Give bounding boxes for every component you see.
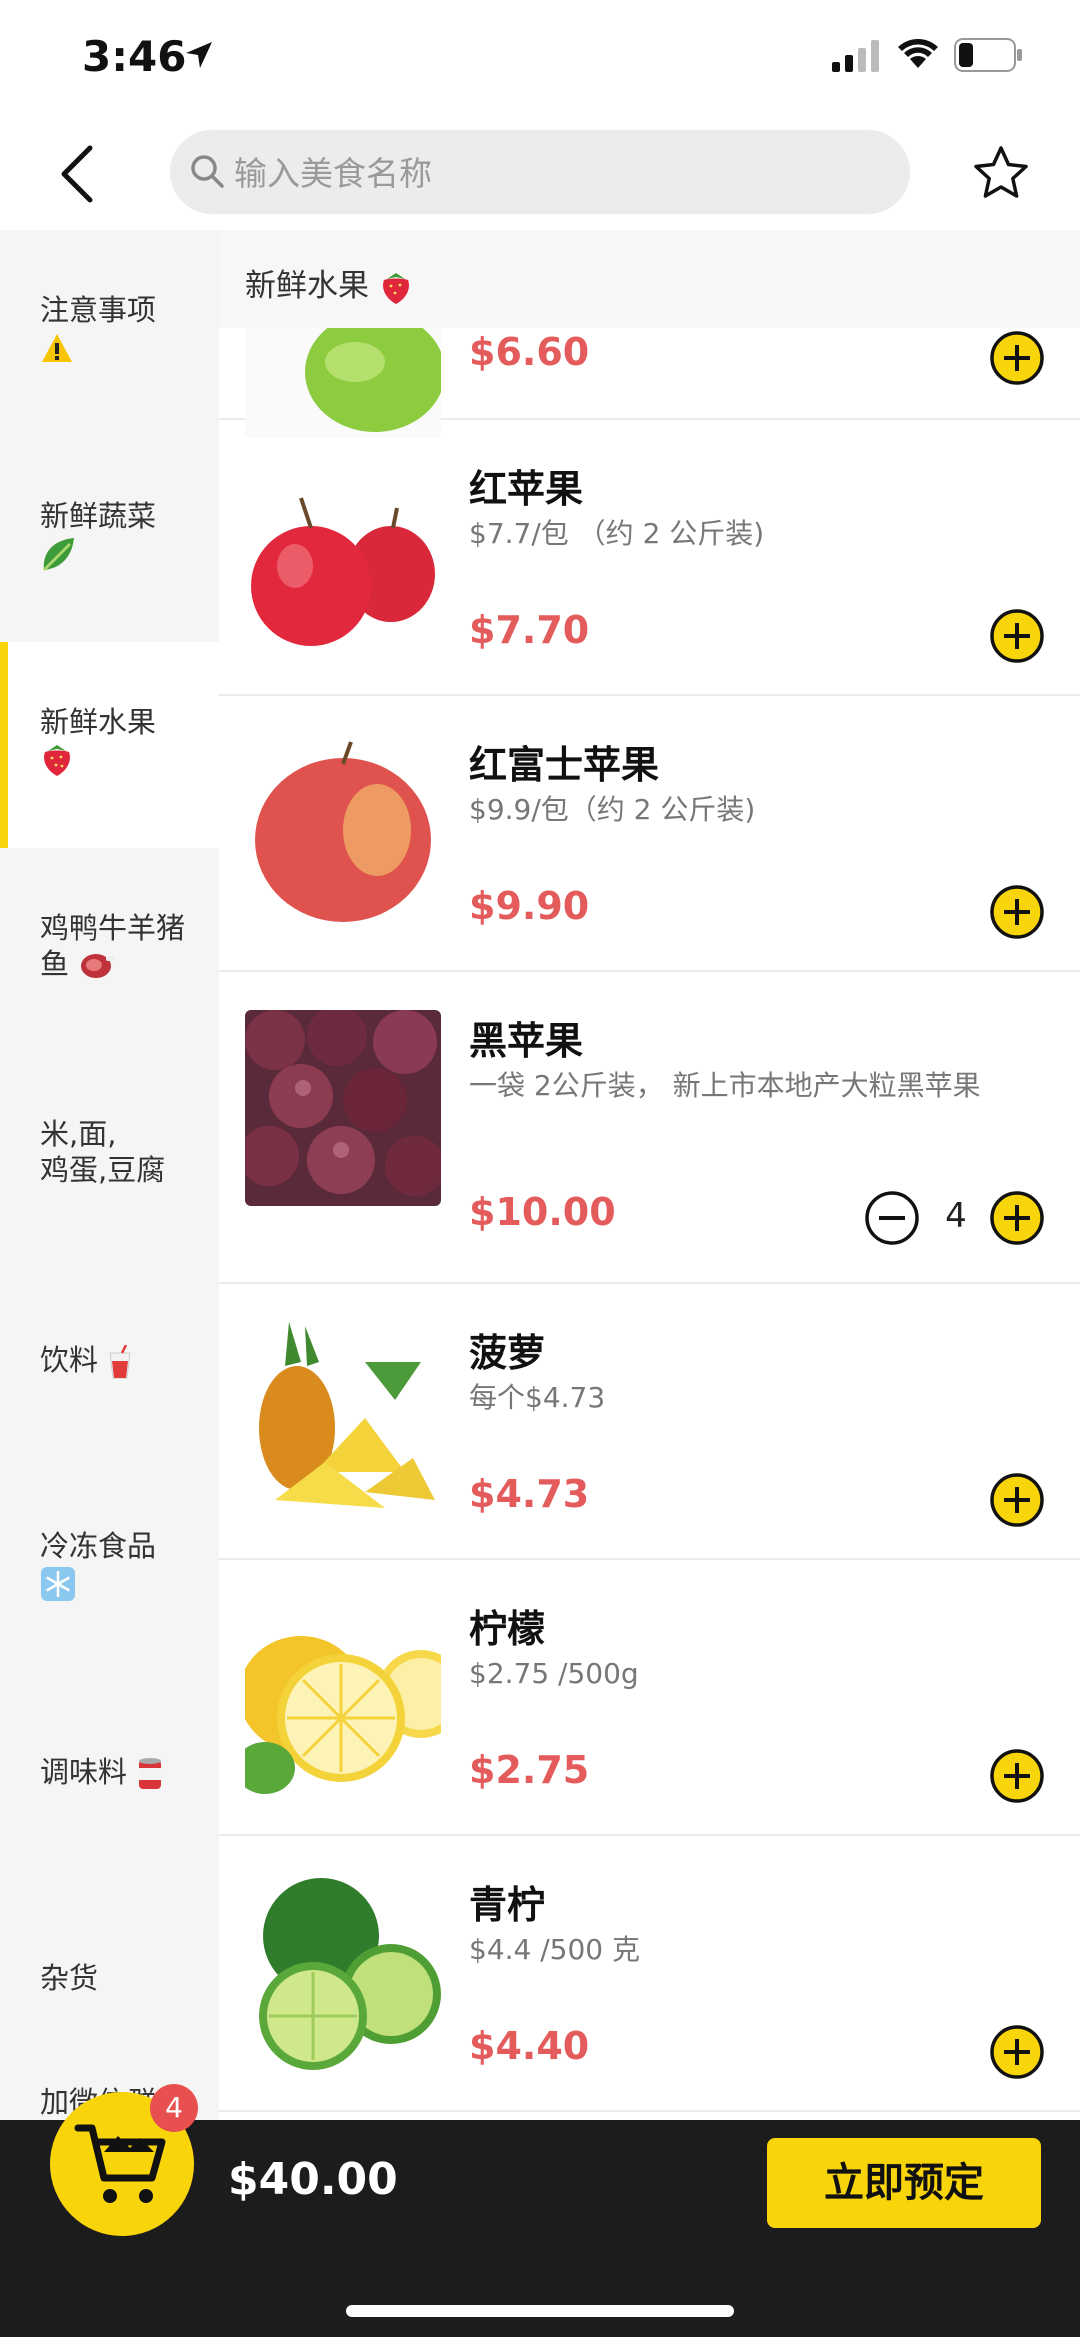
sidebar-item-notice[interactable]: 注意事项 <box>0 230 219 436</box>
warning-icon <box>42 334 72 362</box>
leafy-green-icon <box>42 538 74 572</box>
add-to-cart-icon[interactable] <box>989 1472 1045 1528</box>
category-header-label: 新鲜水果 <box>245 268 369 304</box>
status-time: 3:46 <box>82 32 187 81</box>
product-row[interactable]: 黑苹果 一袋 2公斤装， 新上市本地产大粒黑苹果 $10.00 4 <box>219 972 1080 1284</box>
product-list: $6.60 红苹果 $7.7/包 （约 2 公斤装) $7.70 红富士苹果 $… <box>219 328 1080 2120</box>
status-bar: 3:46 <box>0 0 1080 120</box>
canned-food-icon <box>139 1758 162 1789</box>
sidebar-item-label: 注意事项 <box>40 293 157 327</box>
back-arrow-icon[interactable] <box>50 142 110 206</box>
product-description: 一袋 2公斤装， 新上市本地产大粒黑苹果 <box>469 1069 981 1102</box>
shopping-cart-icon <box>74 2124 166 2203</box>
product-description: 每个$4.73 <box>469 1381 606 1414</box>
meat-icon <box>81 954 115 978</box>
add-to-cart-icon[interactable] <box>989 884 1045 940</box>
sidebar-item-label: 杂货 <box>40 1961 99 1995</box>
strawberry-icon <box>44 745 70 776</box>
product-row[interactable]: 柠檬 $2.75 /500g $2.75 <box>219 1560 1080 1836</box>
product-price: $2.75 <box>469 1748 590 1792</box>
cellular-signal-icon <box>832 40 879 72</box>
product-description: $9.9/包（约 2 公斤装) <box>469 793 756 826</box>
product-name: 柠檬 <box>469 1607 546 1651</box>
product-price: $6.60 <box>469 330 590 374</box>
product-row[interactable]: 菠萝 每个$4.73 $4.73 <box>219 1284 1080 1560</box>
sidebar-item-frozen[interactable]: 冷冻食品 <box>0 1466 219 1672</box>
sidebar-item-label: 新鲜蔬菜 <box>40 499 157 533</box>
category-header: 新鲜水果 <box>219 230 1080 328</box>
product-name: 红富士苹果 <box>469 743 660 787</box>
sidebar-item-fruits[interactable]: 新鲜水果 <box>0 642 219 848</box>
sidebar-item-label: 米,面, 鸡蛋,豆腐 <box>40 1117 166 1187</box>
product-image <box>245 458 441 654</box>
sidebar-item-label: 冷冻食品 <box>40 1529 157 1563</box>
product-image <box>245 1874 441 2070</box>
nav-bar <box>0 120 1080 230</box>
product-quantity: 4 <box>945 1196 967 1236</box>
home-indicator <box>346 2305 734 2317</box>
remove-from-cart-icon[interactable] <box>864 1190 920 1246</box>
product-price: $4.40 <box>469 2024 590 2068</box>
product-image <box>245 1598 441 1794</box>
add-to-cart-icon[interactable] <box>989 2024 1045 2080</box>
search-icon <box>191 155 224 188</box>
sidebar-item-seasoning[interactable]: 调味料 <box>0 1672 219 1878</box>
search-bar[interactable] <box>170 130 910 216</box>
product-image <box>245 1010 441 1206</box>
product-row[interactable]: $6.60 <box>219 328 1080 438</box>
product-description: $4.4 /500 克 <box>469 1933 641 1966</box>
product-description: $7.7/包 （约 2 公斤装) <box>469 517 765 550</box>
favorite-star-icon[interactable] <box>972 144 1030 202</box>
sidebar-item-groceries[interactable]: 杂货 <box>0 1878 219 2084</box>
product-price: $10.00 <box>469 1190 616 1234</box>
cart-count-badge: 4 <box>150 2084 198 2132</box>
product-price: $9.90 <box>469 884 590 928</box>
sidebar-item-drinks[interactable]: 饮料 <box>0 1260 219 1466</box>
add-to-cart-icon[interactable] <box>989 1190 1045 1246</box>
cart-bar: 4 $40.00 立即预定 <box>0 2084 1080 2337</box>
location-arrow-icon <box>186 42 212 68</box>
product-name: 菠萝 <box>469 1331 546 1375</box>
add-to-cart-icon[interactable] <box>989 330 1045 386</box>
product-name: 黑苹果 <box>469 1019 584 1063</box>
product-price: $7.70 <box>469 608 590 652</box>
product-row[interactable]: 红苹果 $7.7/包 （约 2 公斤装) $7.70 <box>219 420 1080 696</box>
add-to-cart-icon[interactable] <box>989 608 1045 664</box>
order-now-button[interactable]: 立即预定 <box>767 2138 1041 2228</box>
product-image <box>245 1322 441 1518</box>
strawberry-icon <box>382 272 409 304</box>
drink-cup-icon <box>109 1345 131 1379</box>
battery-icon <box>954 38 1022 72</box>
product-row[interactable]: 红富士苹果 $9.9/包（约 2 公斤装) $9.90 <box>219 696 1080 972</box>
cart-total: $40.00 <box>228 2154 398 2205</box>
product-description: $2.75 /500g <box>469 1657 639 1690</box>
search-input[interactable] <box>232 130 876 216</box>
sidebar-item-meat[interactable]: 鸡鸭牛羊猪鱼 <box>0 848 219 1054</box>
snowflake-icon <box>41 1567 75 1601</box>
sidebar-item-label: 饮料 <box>40 1343 99 1377</box>
product-image <box>245 734 441 930</box>
wifi-icon <box>898 39 938 68</box>
sidebar-item-label: 调味料 <box>40 1755 128 1789</box>
product-price: $4.73 <box>469 1472 590 1516</box>
sidebar-item-vegetables[interactable]: 新鲜蔬菜 <box>0 436 219 642</box>
sidebar-item-staples[interactable]: 米,面, 鸡蛋,豆腐 <box>0 1054 219 1260</box>
product-name: 青柠 <box>469 1883 546 1927</box>
sidebar-item-label: 新鲜水果 <box>40 705 157 739</box>
add-to-cart-icon[interactable] <box>989 1748 1045 1804</box>
product-name: 红苹果 <box>469 467 584 511</box>
product-row[interactable]: 青柠 $4.4 /500 克 $4.40 <box>219 1836 1080 2112</box>
category-sidebar: 注意事项 新鲜蔬菜 新鲜水果 鸡鸭牛羊猪鱼 米,面, 鸡蛋,豆腐 饮料 冷冻食品… <box>0 230 219 2120</box>
